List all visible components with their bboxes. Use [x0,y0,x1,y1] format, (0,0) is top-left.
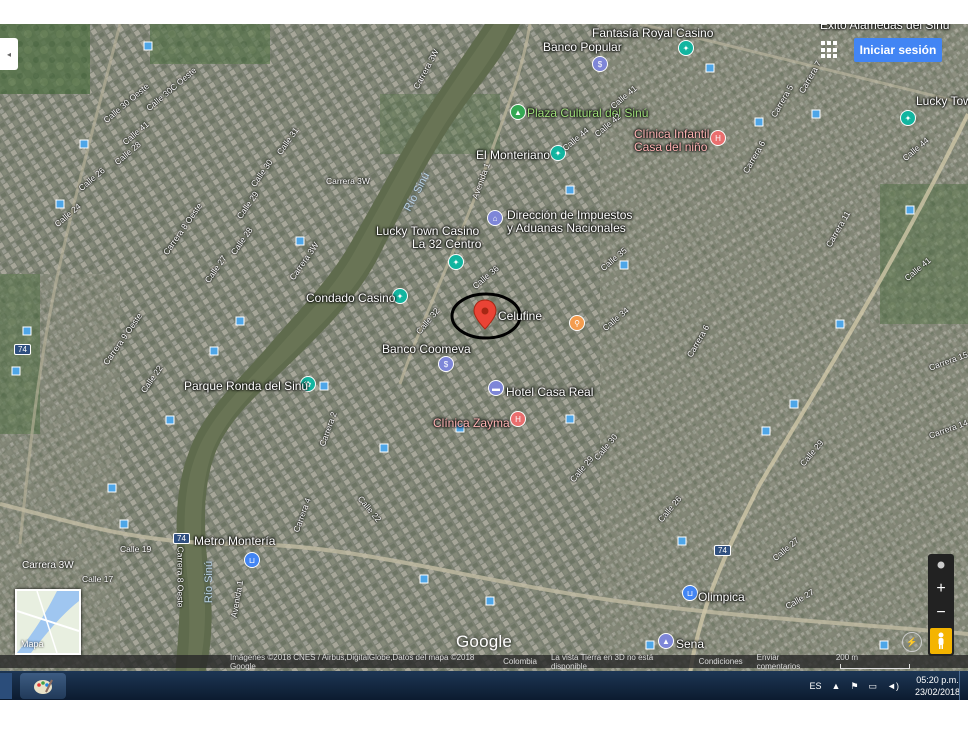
bank-icon[interactable]: $ [592,56,608,72]
place-label[interactable]: La 32 Centro [412,237,481,251]
place-label[interactable]: El Monteriano [476,148,550,162]
casino-icon[interactable]: ✦ [900,110,916,126]
language-indicator[interactable]: ES [810,681,822,691]
chevron-left-icon: ◂ [6,49,11,59]
clock-date: 23/02/2018 [914,687,960,697]
place-label[interactable]: Sena [676,637,704,651]
zoom-in-button[interactable]: + [928,578,954,600]
road-shield: 74 [714,545,731,556]
place-label[interactable]: Lucky Town Casino [376,224,479,238]
show-desktop-button[interactable] [959,671,968,700]
place-label[interactable]: y Aduanas Nacionales [507,221,626,235]
my-location-icon[interactable] [928,554,954,576]
shopping-icon[interactable]: ⊔ [682,585,698,601]
volume-icon[interactable]: ◄) [887,681,899,691]
paint-icon [34,679,53,694]
river-label: Río Sinú [203,560,216,604]
collapse-panel-button[interactable]: ◂ [0,38,18,70]
government-icon[interactable]: ⌂ [487,210,503,226]
hotel-icon[interactable]: ▬ [488,380,504,396]
shopping-icon[interactable]: ⊔ [244,552,260,568]
place-label[interactable]: Banco Popular [543,40,622,54]
road-shield: 74 [173,533,190,544]
restaurant-icon[interactable]: ⚲ [569,315,585,331]
imagery-credit: Imágenes ©2018 CNES / Airbus,DigitalGlob… [230,652,475,671]
zoom-out-button[interactable]: − [928,602,954,624]
hospital-icon[interactable]: H [710,130,726,146]
compass-icon[interactable]: ⚡ [902,632,922,652]
pegman-icon[interactable] [930,628,952,654]
network-icon[interactable]: ▭ [869,681,878,692]
hospital-icon[interactable]: H [510,411,526,427]
street-label: Calle 17 [82,574,114,584]
place-label[interactable]: Banco Coomeva [382,342,471,356]
flag-icon[interactable]: ⚑ [850,681,858,692]
place-label[interactable]: Celufine [498,309,542,323]
browser-viewport: 74 74 74 74 ✦ $ ▲ H ✦ ⌂ ✦ ✦ ⚲ $ ▬ H ✿ ⊔ … [0,24,968,700]
place-label[interactable]: Lucky Town Gra [916,94,968,108]
street-label: Calle 19 [120,544,152,554]
apps-grid-icon[interactable] [820,40,840,60]
landmark-icon[interactable]: ▲ [510,104,526,120]
street-label: Carrera 3W [326,176,370,186]
scale-bar [839,663,910,669]
clock-time: 05:20 p.m. [916,675,959,685]
map-type-toggle[interactable]: Mapa [15,589,81,655]
scale-label[interactable]: 200 m [836,653,954,671]
taskbar-left-button[interactable] [0,673,12,699]
place-label[interactable]: Metro Montería [194,534,275,548]
place-label[interactable]: Hotel Casa Real [506,385,593,399]
place-label[interactable]: Parque Ronda del Sinú [184,379,308,393]
place-label[interactable]: Clínica Infantil [634,127,709,141]
place-label[interactable]: Casa del niño [634,140,707,154]
place-label[interactable]: Clínica Zayma [433,416,510,430]
casino-icon[interactable]: ✦ [678,40,694,56]
place-label[interactable]: Éxito Alamedas del Sinú [820,24,949,32]
terms-link[interactable]: Condiciones [699,657,743,666]
place-label[interactable]: Condado Casino [306,291,395,305]
street-label: Carrera 8 Oeste [175,546,186,608]
place-label[interactable]: Dirección de Impuestos [507,208,632,222]
minimap-label: Mapa [21,639,44,649]
place-label[interactable]: Plaza Cultural del Sinú [527,106,648,120]
country-link[interactable]: Colombia [503,657,537,666]
place-label[interactable]: Olimpica [698,590,745,604]
signin-button[interactable]: Iniciar sesión [854,38,942,62]
earth3d-link[interactable]: La vista Tierra en 3D no está disponible [551,653,685,671]
school-icon[interactable]: ▲ [658,633,674,649]
taskbar: ES ▲ ⚑ ▭ ◄) 05:20 p.m. 23/02/2018 [0,671,968,700]
casino-icon[interactable]: ✦ [448,254,464,270]
system-tray: ES ▲ ⚑ ▭ ◄) 05:20 p.m. 23/02/2018 [810,671,960,700]
attribution-bar: Imágenes ©2018 CNES / Airbus,DigitalGlob… [0,652,968,671]
clock[interactable]: 05:20 p.m. 23/02/2018 [915,674,960,698]
street-label: Carrera 3W [22,560,74,571]
feedback-link[interactable]: Enviar comentarios [757,653,822,671]
road-shield: 74 [14,344,31,355]
place-label[interactable]: Fantasía Royal Casino [592,26,713,40]
tray-expand-icon[interactable]: ▲ [832,681,841,691]
google-logo: Google [456,632,513,651]
bank-icon[interactable]: $ [438,356,454,372]
paint-app-button[interactable] [20,673,66,699]
